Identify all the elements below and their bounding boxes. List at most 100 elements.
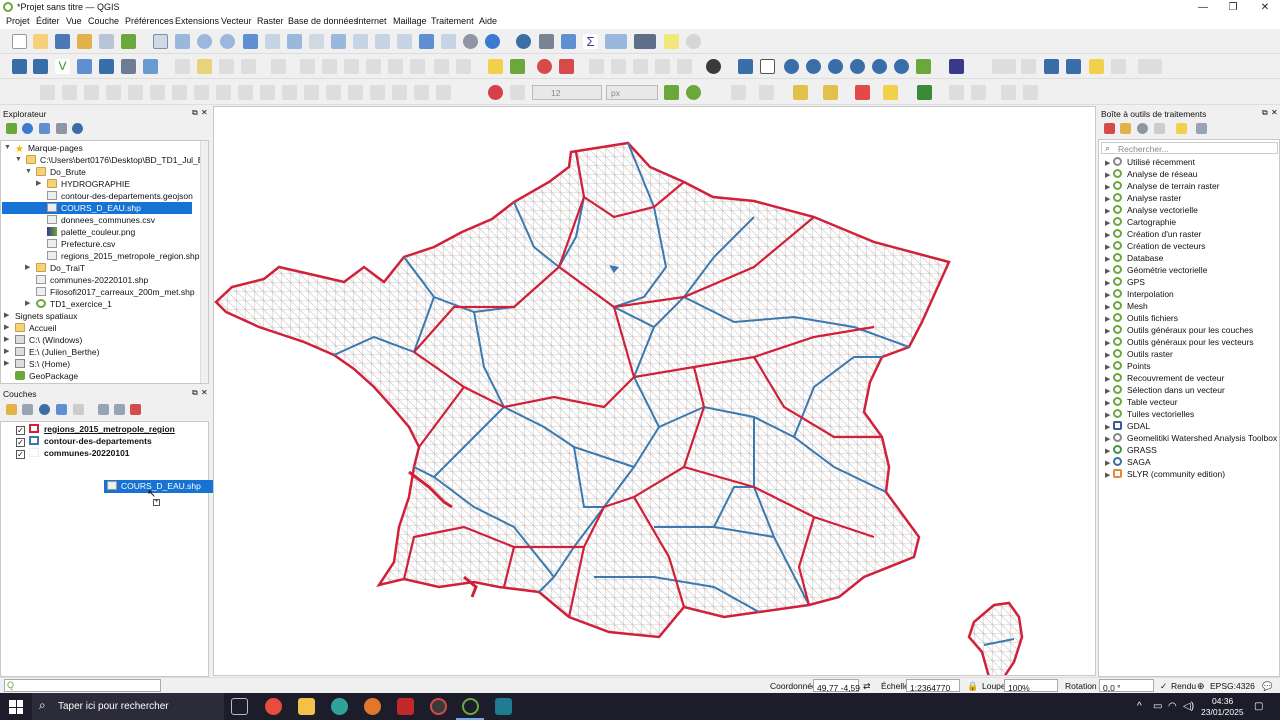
- offset-symbol-icon[interactable]: [370, 85, 385, 100]
- browser-item-drive-e[interactable]: ▶ E:\ (Julien_Berthe): [4, 346, 99, 358]
- crs-label[interactable]: EPSG:4326: [1210, 681, 1255, 691]
- layer-item-regions[interactable]: ✓ regions_2015_metropole_region: [16, 423, 175, 435]
- model-designer-icon[interactable]: [760, 59, 775, 74]
- zoom-next-icon[interactable]: [353, 34, 368, 49]
- select-by-value-icon[interactable]: [823, 85, 838, 100]
- layer-checkbox[interactable]: ✓: [16, 426, 25, 435]
- transform-icon[interactable]: [436, 85, 451, 100]
- toggle-editing-icon[interactable]: [197, 59, 212, 74]
- clock-date[interactable]: 23/01/2025: [1201, 707, 1244, 717]
- toolbox-item-file-tools[interactable]: ▶ Outils fichiers: [1105, 312, 1178, 324]
- zoom-layer-icon[interactable]: [287, 34, 302, 49]
- layer-styling-icon[interactable]: [872, 59, 887, 74]
- zoom-native-icon[interactable]: [309, 34, 324, 49]
- expand-arrow-icon[interactable]: ▶: [1105, 470, 1113, 482]
- remove-layer-icon[interactable]: [130, 404, 141, 415]
- toolbox-item-recent[interactable]: ▶ Utilisé récemment: [1105, 156, 1195, 168]
- options-icon[interactable]: [1196, 123, 1207, 134]
- panel-float-icon[interactable]: ⧉: [192, 108, 198, 118]
- deselect-icon[interactable]: [855, 85, 870, 100]
- label-icon[interactable]: [488, 59, 503, 74]
- add-vector-layer-icon[interactable]: V: [55, 59, 70, 74]
- qgis-taskbar-icon[interactable]: [462, 698, 479, 715]
- save-project-icon[interactable]: [55, 34, 70, 49]
- label-highlight-icon[interactable]: [510, 59, 525, 74]
- toolbox-item-database[interactable]: ▶ Database: [1105, 252, 1163, 264]
- messages-icon[interactable]: 💬: [1262, 681, 1273, 692]
- clock-time[interactable]: 04:36: [1212, 696, 1233, 706]
- style-manager-icon[interactable]: [121, 34, 136, 49]
- toolbox-item-slyr[interactable]: ▶ SLYR (community edition): [1105, 468, 1225, 480]
- change-label-icon[interactable]: [633, 59, 648, 74]
- bookmark-icon[interactable]: [419, 34, 434, 49]
- measure-line-icon[interactable]: [949, 85, 964, 100]
- zoom-selection-icon[interactable]: [265, 34, 280, 49]
- menu-couche[interactable]: Couche: [88, 16, 119, 26]
- snapping-tracing-icon[interactable]: [664, 85, 679, 100]
- toolbox-item-grass[interactable]: ▶ GRASS: [1105, 444, 1157, 456]
- delete-part-icon[interactable]: [194, 85, 209, 100]
- simplify-icon[interactable]: [84, 85, 99, 100]
- toolbox-item-mesh[interactable]: ▶ Mesh: [1105, 300, 1148, 312]
- zoom-field[interactable]: 100%: [1004, 679, 1058, 693]
- menu-preferences[interactable]: Préférences: [125, 16, 174, 26]
- annotation-icon[interactable]: [686, 34, 701, 49]
- chrome-icon[interactable]: [265, 698, 282, 715]
- help-icon[interactable]: [949, 59, 964, 74]
- browser-item-filosofi[interactable]: Filosofi2017_carreaux_200m_met.shp: [36, 286, 195, 298]
- delete-ring-icon[interactable]: [172, 85, 187, 100]
- toolbox-item-terrain[interactable]: ▶ Analyse de terrain raster: [1105, 180, 1220, 192]
- select-by-location-icon[interactable]: [883, 85, 898, 100]
- add-group-icon[interactable]: [22, 404, 33, 415]
- toolbox-item-vector-creation[interactable]: ▶ Création de vecteurs: [1105, 240, 1205, 252]
- add-selected-layer-icon[interactable]: [6, 123, 17, 134]
- font-icon[interactable]: [1138, 59, 1162, 74]
- temporal-controller-icon[interactable]: [463, 34, 478, 49]
- current-edits-icon[interactable]: [175, 59, 190, 74]
- new-print-layout-icon[interactable]: [77, 34, 92, 49]
- toolbox-search-input[interactable]: ⌕ Rechercher...: [1101, 142, 1278, 154]
- add-mesh-layer-icon[interactable]: [99, 59, 114, 74]
- paste-icon[interactable]: [410, 59, 425, 74]
- toolbox-item-vector-tiles[interactable]: ▶ Tuiles vectorielles: [1105, 408, 1194, 420]
- trim-extend-icon[interactable]: [392, 85, 407, 100]
- font-unit-select[interactable]: px: [606, 85, 658, 100]
- panel-float-icon[interactable]: ⧉: [192, 388, 198, 398]
- menu-raster[interactable]: Raster: [257, 16, 284, 26]
- split-parts-icon[interactable]: [282, 85, 297, 100]
- pan-hand-icon[interactable]: [153, 34, 168, 49]
- results-viewer-icon[interactable]: [784, 59, 799, 74]
- browser-item-palette-couleur[interactable]: palette_couleur.png: [47, 226, 135, 238]
- collapse-arrow-icon[interactable]: ▶: [4, 310, 9, 322]
- pan-to-selection-icon[interactable]: [175, 34, 190, 49]
- acrobat-icon[interactable]: [397, 698, 414, 715]
- network-icon[interactable]: ▭: [1153, 701, 1162, 712]
- history-icon[interactable]: [806, 59, 821, 74]
- filter-expression-icon[interactable]: [73, 404, 84, 415]
- add-ring-icon[interactable]: [106, 85, 121, 100]
- browser-item-do-trait[interactable]: ▶ Do_TraiT: [25, 262, 85, 274]
- add-part-icon[interactable]: [128, 85, 143, 100]
- cut-icon[interactable]: [366, 59, 381, 74]
- browser-item-donnees-communes[interactable]: donnees_communes.csv: [47, 214, 155, 226]
- merge-features-icon[interactable]: [304, 85, 319, 100]
- add-wms-layer-icon[interactable]: [121, 59, 136, 74]
- collapse-arrow-icon[interactable]: ▶: [4, 334, 9, 346]
- toolbox-item-saga[interactable]: ▶ SAGA: [1105, 456, 1151, 468]
- statistics-sigma-icon[interactable]: Σ: [583, 34, 598, 49]
- reshape-icon[interactable]: [216, 85, 231, 100]
- modify-attributes-icon[interactable]: [300, 59, 315, 74]
- browser-item-signets[interactable]: ▶ Signets spatiaux: [4, 310, 77, 322]
- map-tips-icon[interactable]: [664, 34, 679, 49]
- browser-item-bd-folder[interactable]: ▼ C:\Users\bert0176\Desktop\BD_TD1_Jul_Be…: [15, 154, 208, 166]
- menu-vecteur[interactable]: Vecteur: [221, 16, 252, 26]
- layer-checkbox[interactable]: ✓: [16, 438, 25, 447]
- menu-base-de-donnees[interactable]: Base de données: [288, 16, 358, 26]
- panel-close-icon[interactable]: ✕: [201, 108, 208, 117]
- menu-editer[interactable]: Éditer: [36, 16, 60, 26]
- rotate-symbol-icon[interactable]: [348, 85, 363, 100]
- panel-close-icon[interactable]: ✕: [1271, 108, 1278, 117]
- overview-icon[interactable]: [894, 59, 909, 74]
- properties-info-icon[interactable]: [72, 123, 83, 134]
- toolbox-item-network[interactable]: ▶ Analyse de réseau: [1105, 168, 1197, 180]
